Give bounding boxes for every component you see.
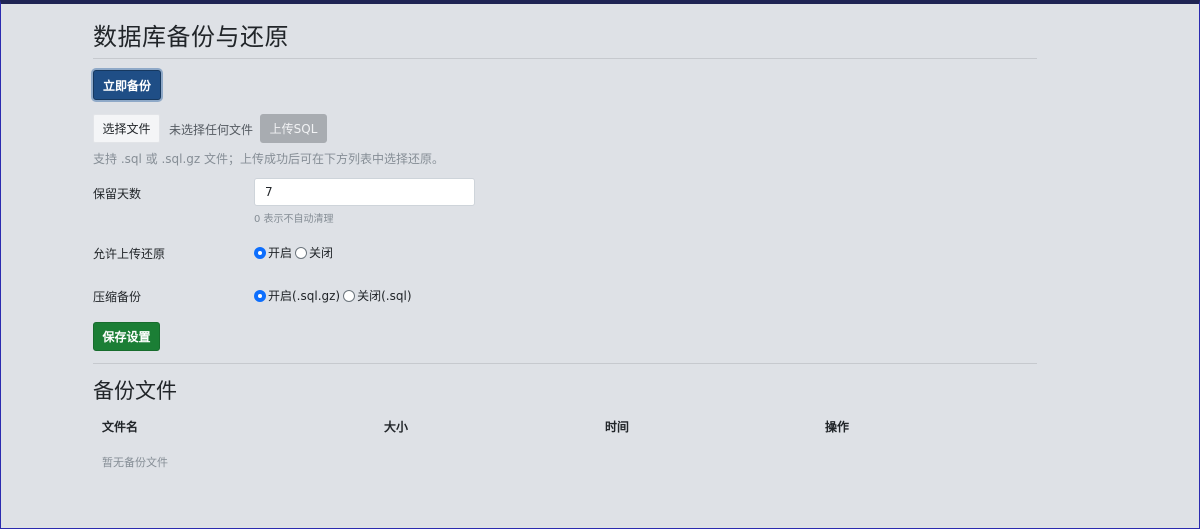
compress-backup-on-radio[interactable] bbox=[254, 289, 266, 302]
column-header-time: 时间 bbox=[605, 420, 630, 434]
upload-hint: 支持 .sql 或 .sql.gz 文件；上传成功后可在下方列表中选择还原。 bbox=[93, 152, 445, 166]
title-divider bbox=[93, 58, 1037, 59]
section-divider bbox=[93, 363, 1037, 364]
window-frame bbox=[0, 0, 1200, 529]
upload-sql-button[interactable]: 上传SQL bbox=[260, 114, 327, 143]
save-settings-button[interactable]: 保存设置 bbox=[93, 322, 160, 351]
empty-backups-message: 暂无备份文件 bbox=[102, 456, 168, 469]
column-header-filename: 文件名 bbox=[102, 420, 139, 434]
backup-now-button[interactable]: 立即备份 bbox=[93, 70, 161, 100]
column-header-size: 大小 bbox=[384, 420, 409, 434]
allow-upload-restore-off-label[interactable]: 关闭 bbox=[309, 244, 333, 261]
backups-section-title: 备份文件 bbox=[93, 379, 177, 403]
allow-upload-restore-group: 开启 关闭 bbox=[254, 244, 336, 261]
allow-upload-restore-on-radio[interactable] bbox=[254, 246, 266, 259]
file-status-text: 未选择任何文件 bbox=[169, 123, 254, 137]
retention-days-input[interactable] bbox=[254, 178, 475, 206]
allow-upload-restore-off-radio[interactable] bbox=[295, 246, 308, 259]
compress-backup-off-radio[interactable] bbox=[343, 289, 356, 302]
compress-backup-off-label[interactable]: 关闭(.sql) bbox=[357, 287, 411, 304]
column-header-actions: 操作 bbox=[825, 420, 850, 434]
allow-upload-restore-on-label[interactable]: 开启 bbox=[268, 244, 292, 261]
retention-days-hint: 0 表示不自动清理 bbox=[254, 214, 334, 225]
compress-backup-on-label[interactable]: 开启(.sql.gz) bbox=[268, 287, 340, 304]
choose-file-button[interactable]: 选择文件 bbox=[93, 114, 160, 143]
compress-backup-group: 开启(.sql.gz) 关闭(.sql) bbox=[254, 287, 415, 304]
page-title: 数据库备份与还原 bbox=[93, 23, 289, 51]
allow-upload-restore-label: 允许上传还原 bbox=[93, 247, 166, 261]
compress-backup-label: 压缩备份 bbox=[93, 290, 142, 304]
retention-days-label: 保留天数 bbox=[93, 187, 142, 201]
